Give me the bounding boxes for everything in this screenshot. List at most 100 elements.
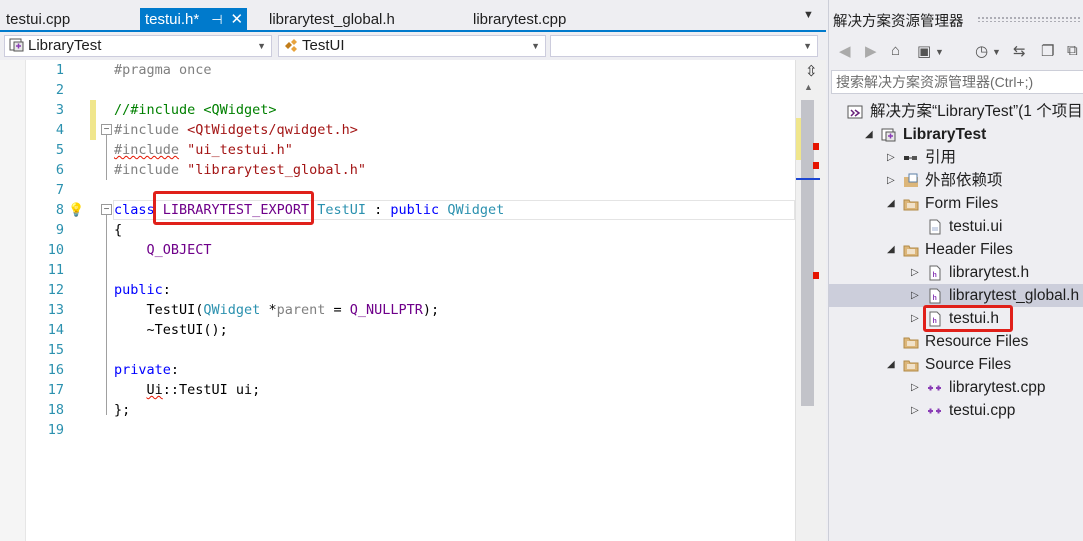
svg-text:h: h xyxy=(933,272,937,279)
split-window-icon[interactable]: ⇳ xyxy=(805,62,818,80)
code-line[interactable]: 4 #include <QtWidgets/qwidget.h> xyxy=(0,120,795,140)
code-editor[interactable]: 1 #pragma once 2 3 //#include <QWidget> 4 #inc… xyxy=(0,60,826,541)
code-token: <QtWidgets/qwidget.h> xyxy=(187,122,358,138)
tree-node[interactable]: ◢ Source Files xyxy=(829,353,1083,376)
collapse-all-icon[interactable]: ❐ xyxy=(1041,42,1054,60)
chevron-down-icon: ▼ xyxy=(803,41,812,51)
chevron-down-icon[interactable]: ▼ xyxy=(992,47,1001,57)
expanded-arrow-icon[interactable]: ◢ xyxy=(887,192,895,215)
code-token: #include xyxy=(114,162,188,178)
tree-node[interactable]: ▷ librarytest.cpp xyxy=(829,376,1083,399)
chevron-down-icon[interactable]: ▼ xyxy=(935,47,944,57)
code-line[interactable]: 15 xyxy=(0,340,795,360)
editor-tab-strip: testui.cpp testui.h* ⊣ ✕ librarytest_globa… xyxy=(0,0,826,32)
scroll-error-marker xyxy=(813,272,819,279)
header-file-icon: h xyxy=(927,288,943,304)
tree-node[interactable]: ▷ h librarytest_global.h xyxy=(829,284,1083,307)
tree-node[interactable]: 解决方案“LibraryTest”(1 个项目) xyxy=(829,100,1083,123)
code-line[interactable]: 6 #include "librarytest_global.h" xyxy=(0,160,795,180)
back-icon[interactable]: ◀ xyxy=(839,42,851,60)
code-line[interactable]: 16 private: xyxy=(0,360,795,380)
code-line[interactable]: 19 xyxy=(0,420,795,440)
pin-icon[interactable]: ⊣ xyxy=(211,8,222,32)
code-line[interactable]: 2 xyxy=(0,80,795,100)
expanded-arrow-icon[interactable]: ◢ xyxy=(865,123,873,146)
tree-node-label: Source Files xyxy=(925,356,1012,373)
panel-grip[interactable] xyxy=(977,16,1081,22)
code-line[interactable]: 11 xyxy=(0,260,795,280)
tree-node[interactable]: ▷ 引用 xyxy=(829,146,1083,169)
code-text: private: xyxy=(114,360,179,380)
code-text: //#include <QWidget> xyxy=(114,100,277,120)
tree-node[interactable]: ▷ h testui.h xyxy=(829,305,1083,332)
solution-icon xyxy=(847,104,863,120)
vertical-scrollbar[interactable]: ⇳ ▲ xyxy=(795,60,826,541)
tree-node[interactable]: ▷ h librarytest.h xyxy=(829,261,1083,284)
line-number: 17 xyxy=(47,382,64,398)
code-line[interactable]: 9{ xyxy=(0,220,795,240)
project-combo[interactable]: LibraryTest ▼ xyxy=(4,35,272,57)
collapsed-arrow-icon[interactable]: ▷ xyxy=(911,399,919,422)
code-line[interactable]: 17 Ui::TestUI ui; xyxy=(0,380,795,400)
code-line[interactable]: 14 ~TestUI(); xyxy=(0,320,795,340)
tab-librarytest-global-h[interactable]: librarytest_global.h xyxy=(269,8,395,32)
folder-icon xyxy=(903,196,919,212)
code-line[interactable]: 1 #pragma once xyxy=(0,60,795,80)
member-combo[interactable]: ▼ xyxy=(550,35,818,57)
code-line[interactable]: 3 //#include <QWidget> xyxy=(0,100,795,120)
collapsed-arrow-icon[interactable]: ▷ xyxy=(911,284,919,307)
tree-node[interactable]: ◢ Header Files xyxy=(829,238,1083,261)
code-token: TestUI xyxy=(317,202,367,218)
code-line[interactable]: 12 public: xyxy=(0,280,795,300)
scroll-error-marker xyxy=(813,143,819,150)
tree-node[interactable]: testui.ui xyxy=(829,215,1083,238)
code-text: #include "librarytest_global.h" xyxy=(114,160,366,180)
tree-node[interactable]: ◢ Form Files xyxy=(829,192,1083,215)
close-icon[interactable]: ✕ xyxy=(231,8,244,32)
expanded-arrow-icon[interactable]: ◢ xyxy=(887,238,895,261)
tab-list-dropdown-icon[interactable]: ▼ xyxy=(803,9,814,21)
forward-icon[interactable]: ▶ xyxy=(865,42,877,60)
tree-node-label: librarytest_global.h xyxy=(949,287,1080,304)
code-token: #include xyxy=(114,142,180,158)
sync-icon[interactable]: ⇆ xyxy=(1013,42,1026,60)
tree-node[interactable]: ◢ LibraryTest xyxy=(829,123,1083,146)
line-number: 18 xyxy=(47,402,64,418)
code-token: QWidget xyxy=(203,302,261,318)
line-number: 11 xyxy=(47,262,64,278)
tab-testui-cpp[interactable]: testui.cpp xyxy=(6,8,70,32)
collapsed-arrow-icon[interactable]: ▷ xyxy=(911,307,919,330)
collapse-icon[interactable]: − xyxy=(101,204,112,215)
scroll-up-icon[interactable]: ▲ xyxy=(804,82,813,92)
pending-changes-icon[interactable]: ◷ xyxy=(975,42,988,60)
code-text: #include "ui_testui.h" xyxy=(114,140,293,160)
code-line[interactable]: 8 class LIBRARYTEST_EXPORT TestUI : publi… xyxy=(0,200,795,220)
tree-node[interactable]: Resource Files xyxy=(829,330,1083,353)
tree-node[interactable]: ▷ testui.cpp xyxy=(829,399,1083,422)
collapsed-arrow-icon[interactable]: ▷ xyxy=(887,146,895,169)
collapsed-arrow-icon[interactable]: ▷ xyxy=(911,261,919,284)
scope-combo[interactable]: TestUI ▼ xyxy=(278,35,546,57)
collapsed-arrow-icon[interactable]: ▷ xyxy=(911,376,919,399)
code-line[interactable]: 13 TestUI(QWidget *parent = Q_NULLPTR); xyxy=(0,300,795,320)
collapse-icon[interactable]: − xyxy=(101,124,112,135)
code-line[interactable]: 10 Q_OBJECT xyxy=(0,240,795,260)
tree-node-label: Form Files xyxy=(925,195,999,212)
switch-views-icon[interactable]: ▣ xyxy=(917,42,931,60)
code-line[interactable]: 7 xyxy=(0,180,795,200)
collapsed-arrow-icon[interactable]: ▷ xyxy=(887,169,895,192)
home-icon[interactable]: ⌂ xyxy=(891,42,900,59)
code-line[interactable]: 18}; xyxy=(0,400,795,420)
scroll-error-marker xyxy=(813,162,819,169)
navigation-bar: LibraryTest ▼ TestUI ▼ ▼ xyxy=(0,32,826,60)
line-number: 1 xyxy=(55,62,64,78)
copy-icon[interactable]: ⧉ xyxy=(1067,42,1078,59)
folder-icon xyxy=(903,334,919,350)
solution-search-input[interactable]: 搜索解决方案资源管理器(Ctrl+;) xyxy=(831,70,1083,94)
tree-node[interactable]: ▷ 外部依赖项 xyxy=(829,169,1083,192)
expanded-arrow-icon[interactable]: ◢ xyxy=(887,353,895,376)
tab-librarytest-cpp[interactable]: librarytest.cpp xyxy=(473,8,566,32)
code-line[interactable]: 5 #include "ui_testui.h" xyxy=(0,140,795,160)
tab-testui-h[interactable]: testui.h* ⊣ ✕ xyxy=(140,8,248,32)
lightbulb-icon[interactable]: 💡 xyxy=(68,202,84,218)
